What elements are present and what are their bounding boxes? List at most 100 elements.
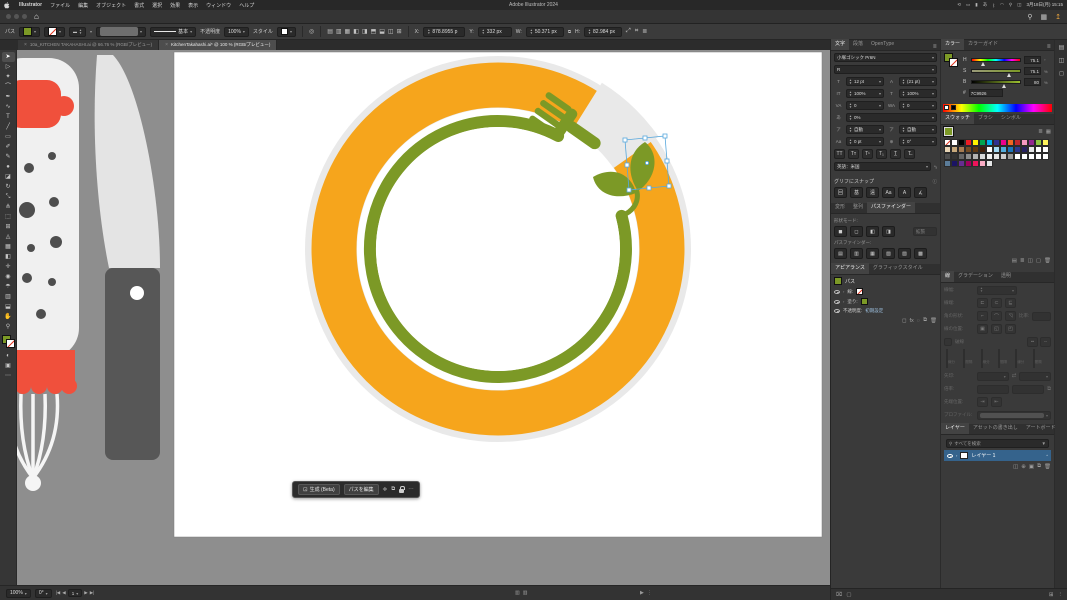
stroke-swatch[interactable] [48, 27, 57, 36]
fill-swatch[interactable] [23, 27, 32, 36]
align-icon-4[interactable]: ◨ [362, 28, 368, 35]
swatch-0-7[interactable] [993, 139, 1000, 146]
type-style-button-1[interactable]: Tт [848, 149, 859, 159]
wifi-icon[interactable]: ◠ [1000, 2, 1004, 8]
controlbar-icon-0[interactable]: ⤢ [626, 28, 631, 35]
tab-color[interactable]: カラー [941, 39, 964, 50]
dock-footer-icon[interactable]: ⋮ [1058, 592, 1064, 598]
dash-field-2[interactable]: 線分 [981, 350, 997, 368]
char-right-0-field[interactable]: ▲▼(21 pt)▾ [899, 77, 937, 86]
align-icon-6[interactable]: ⬓ [379, 28, 385, 35]
close-tab-icon[interactable]: × [24, 42, 27, 48]
swatch-1-11[interactable] [1021, 146, 1028, 153]
cap-projecting-button[interactable]: ⊑ [1005, 298, 1016, 308]
link-scale-icon[interactable]: ⧉ [1047, 386, 1051, 393]
layers-footer-icon-3[interactable]: ⧉ [1037, 463, 1041, 470]
hex-value-field[interactable]: 7C9926 [969, 89, 1003, 97]
pencil-tool[interactable]: ✎ [2, 152, 15, 162]
align-icon-5[interactable]: ⬒ [371, 28, 377, 35]
pathfinder-button-4[interactable]: ▨ [898, 248, 911, 259]
stroke-weight-caret[interactable]: ▾ [90, 29, 92, 34]
swatch-3-3[interactable] [965, 160, 972, 167]
swatch-0-12[interactable] [1028, 139, 1035, 146]
black-swatch[interactable] [951, 105, 956, 110]
lasso-tool[interactable]: ⌒ [2, 82, 15, 92]
hue-value[interactable]: 75.1 [1024, 56, 1041, 64]
dash-field-4[interactable]: 線分 [1015, 350, 1031, 368]
swatch-1-12[interactable] [1028, 146, 1035, 153]
controlbar-icon-1[interactable]: ⌗ [635, 28, 638, 35]
type-style-button-4[interactable]: T̲ [890, 149, 901, 159]
char-right-4-field[interactable]: ▲▼自動▾ [899, 125, 937, 134]
more-options-button[interactable]: ⋯ [408, 487, 414, 493]
filter-icon[interactable]: ▼ [1042, 441, 1046, 446]
artboard-tool[interactable]: ⬓ [2, 302, 15, 312]
swatch-2-8[interactable] [1000, 153, 1007, 160]
align-center-button[interactable]: ▣ [977, 324, 988, 334]
toolbar-bottom-icon-2[interactable]: ⋯ [2, 371, 15, 381]
glyph-snap-button-5[interactable]: ∡ [914, 187, 927, 198]
char-left-1-field[interactable]: ▲▼100%▾ [846, 89, 884, 98]
x-field[interactable]: ▲▼878.8955 p [423, 27, 465, 37]
swatch-0-8[interactable] [1000, 139, 1007, 146]
pathfinder-button-1[interactable]: ▥ [850, 248, 863, 259]
fill-stroke-indicator[interactable] [2, 335, 15, 348]
battery-icon[interactable]: ▮ [975, 2, 977, 8]
brightness-value[interactable]: 80 [1024, 78, 1041, 86]
shape-mode-button-0[interactable]: ◼ [834, 226, 847, 237]
sync-icon[interactable]: ⟲ [957, 2, 961, 8]
swatch-3-5[interactable] [979, 160, 986, 167]
w-field[interactable]: ▲▼50.371 px [526, 27, 564, 37]
document-setup-icon[interactable]: ◎ [309, 28, 314, 35]
saturation-slider[interactable] [971, 69, 1021, 73]
swatch-footer-icon-4[interactable]: 🗑 [1044, 258, 1051, 264]
direct-selection-tool[interactable]: ▷ [2, 62, 15, 72]
eyedropper-tool[interactable]: ✛ [2, 262, 15, 272]
eraser-tool[interactable]: ◪ [2, 172, 15, 182]
swatch-2-12[interactable] [1028, 153, 1035, 160]
swatch-2-5[interactable] [979, 153, 986, 160]
pen-tool[interactable]: ✒ [2, 92, 15, 102]
type-style-button-3[interactable]: T₁ [876, 149, 887, 159]
stroke-none-swatch[interactable] [856, 288, 863, 295]
dash-preserve-button[interactable]: ╍ [1027, 337, 1038, 347]
menu-help[interactable]: ヘルプ [235, 2, 258, 9]
tab-asset-export[interactable]: アセットの書き出し [969, 423, 1022, 434]
glyph-snap-button-2[interactable]: 遠 [866, 187, 879, 198]
mesh-tool[interactable]: ▦ [2, 242, 15, 252]
swatch-3-2[interactable] [958, 160, 965, 167]
window-close-button[interactable] [6, 14, 11, 19]
white-swatch[interactable] [944, 105, 949, 110]
blob-brush-tool[interactable]: ● [2, 162, 15, 172]
hand-tool[interactable]: ✋ [2, 312, 15, 322]
visibility-eye-icon[interactable] [834, 309, 840, 313]
swatch-0-9[interactable] [1007, 139, 1014, 146]
tab-stroke[interactable]: 線 [941, 271, 954, 282]
zoom-tool[interactable]: ⚲ [2, 322, 15, 332]
line-tool[interactable]: ╱ [2, 122, 15, 132]
selection-tool[interactable]: ➤ [2, 52, 15, 62]
swatch-3-6[interactable] [986, 160, 993, 167]
saturation-value[interactable]: 75.1 [1024, 67, 1041, 75]
char-left-5-field[interactable]: ▲▼0 pt▾ [846, 137, 884, 146]
glyph-snap-button-0[interactable]: 回 [834, 187, 847, 198]
swatch-0-2[interactable] [958, 139, 965, 146]
char-left-0-field[interactable]: ▲▼12 pt▾ [846, 77, 884, 86]
menu-effect[interactable]: 効果 [166, 2, 184, 9]
dock-footer-icon[interactable]: ⊞ [1049, 592, 1054, 598]
char-left-2-field[interactable]: ▲▼0▾ [846, 101, 884, 110]
dash-field-0[interactable]: 線分 [946, 350, 962, 368]
tip-align-button[interactable]: ⇤ [991, 397, 1002, 407]
tab-artboards[interactable]: アートボード [1022, 423, 1060, 434]
cap-butt-button[interactable]: ⊏ [977, 298, 988, 308]
glyph-snap-button-3[interactable]: Aa [882, 187, 895, 198]
char-right-2-field[interactable]: ▲▼0▾ [899, 101, 937, 110]
display-icon[interactable]: ▭ [966, 2, 970, 8]
pathfinder-button-3[interactable]: ▧ [882, 248, 895, 259]
pathfinder-button-0[interactable]: ▤ [834, 248, 847, 259]
swatch-2-7[interactable] [993, 153, 1000, 160]
swatch-0-3[interactable] [965, 139, 972, 146]
font-style-dropdown[interactable]: R▾ [834, 65, 937, 74]
swatch-0-10[interactable] [1014, 139, 1021, 146]
graph-tool[interactable]: ▥ [2, 292, 15, 302]
